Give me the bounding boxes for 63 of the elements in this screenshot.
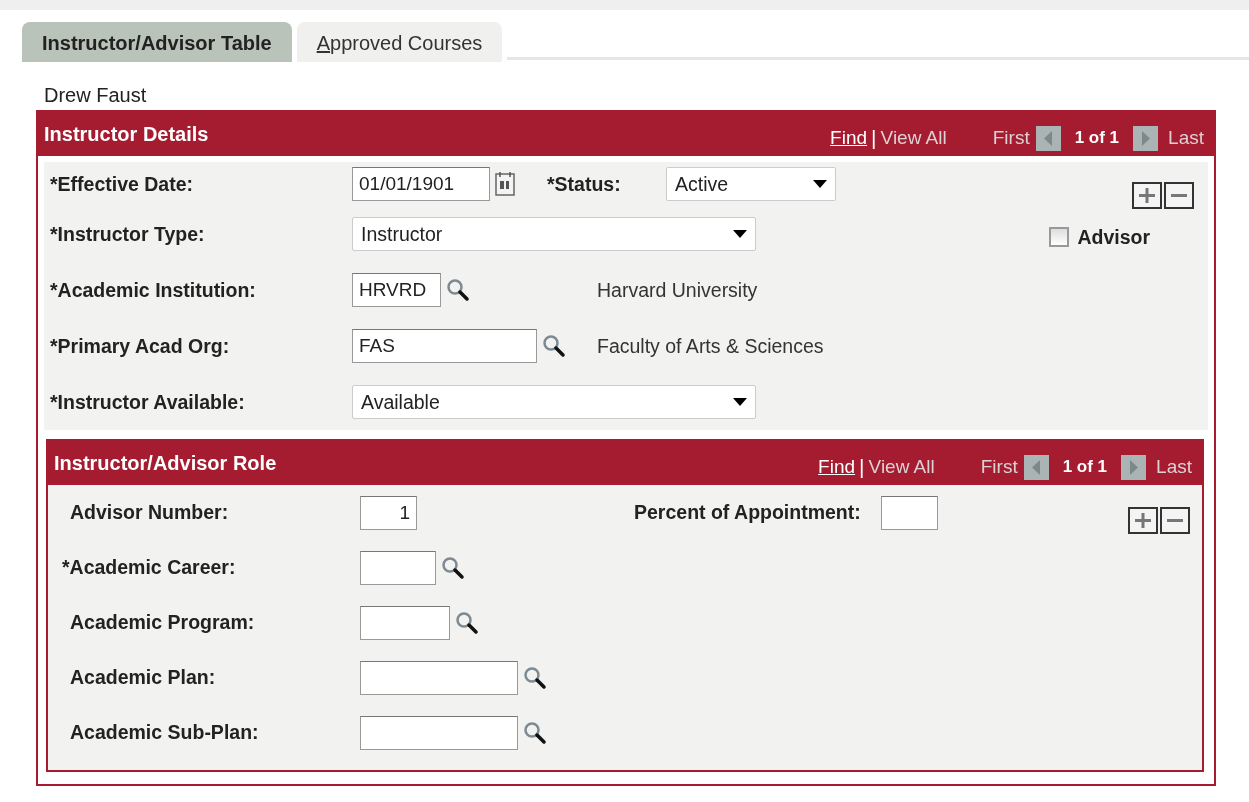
separator: | [871,126,877,150]
delete-row-button[interactable] [1164,182,1194,209]
dropdown[interactable]: Available [352,385,756,419]
field-label: *Effective Date: [49,172,195,196]
previous-button[interactable] [1035,125,1061,151]
caret-icon [733,230,747,238]
field-label: *Instructor Type: [49,222,206,246]
field-label: Academic Plan: [69,666,217,689]
text-field[interactable] [360,605,450,640]
section-title: Instructor/Advisor Role [54,451,277,475]
checkbox-label: Advisor [1077,225,1150,249]
text-field[interactable]: HRVRD [352,273,441,307]
checkbox[interactable] [1049,227,1070,247]
text-field[interactable] [360,550,436,585]
field-label: Academic Sub-Plan: [69,721,260,744]
find-link[interactable]: Find [830,127,868,149]
text-field[interactable] [360,660,518,695]
tab[interactable]: Instructor/Advisor Table [22,22,292,62]
field-label: *Instructor Available: [49,390,246,414]
section-title: Instructor Details [44,122,209,146]
first-link[interactable]: First [980,456,1018,478]
field-label: Academic Program: [69,611,256,634]
last-link[interactable]: Last [1168,127,1204,149]
next-button[interactable] [1121,454,1147,480]
field-label: *Primary Acad Org: [49,334,231,358]
person-name: Drew Faust [43,83,148,108]
caret-icon [733,398,747,406]
field-label: Advisor Number: [69,501,230,524]
search-icon[interactable] [445,277,471,303]
first-link[interactable]: First [992,127,1030,149]
field-label: *Status: [547,172,622,196]
text-field[interactable] [880,495,938,530]
view-all-link[interactable]: View All [868,456,935,478]
text-field[interactable]: 1 [360,495,417,530]
last-link[interactable]: Last [1156,456,1192,478]
view-all-link[interactable]: View All [880,127,947,149]
field-label: *Academic Institution: [49,278,257,302]
field-description: Faculty of Arts & Sciences [597,334,824,358]
text-field[interactable]: FAS [352,329,537,363]
dropdown[interactable]: Instructor [352,217,756,251]
field-label: Percent of Appointment: [634,501,861,524]
field-description: Harvard University [597,278,758,302]
delete-row-button[interactable] [1160,507,1190,534]
tab[interactable]: Approved Courses [296,22,503,62]
separator: | [859,455,865,479]
calendar-icon[interactable] [494,171,516,197]
text-field[interactable] [360,715,518,750]
search-icon[interactable] [440,554,466,581]
date-field[interactable]: 01/01/1901 [352,167,490,201]
next-button[interactable] [1133,125,1159,151]
search-icon[interactable] [522,664,548,691]
previous-button[interactable] [1023,454,1049,480]
search-icon[interactable] [522,719,548,746]
page-count: 1 of 1 [1062,457,1108,477]
caret-icon [813,180,827,188]
page-count: 1 of 1 [1074,128,1120,148]
search-icon[interactable] [454,609,480,636]
add-row-button[interactable] [1132,182,1162,209]
add-row-button[interactable] [1128,507,1158,534]
search-icon[interactable] [541,333,567,359]
field-label: *Academic Career: [61,556,237,579]
find-link[interactable]: Find [818,456,856,478]
dropdown[interactable]: Active [666,167,836,201]
